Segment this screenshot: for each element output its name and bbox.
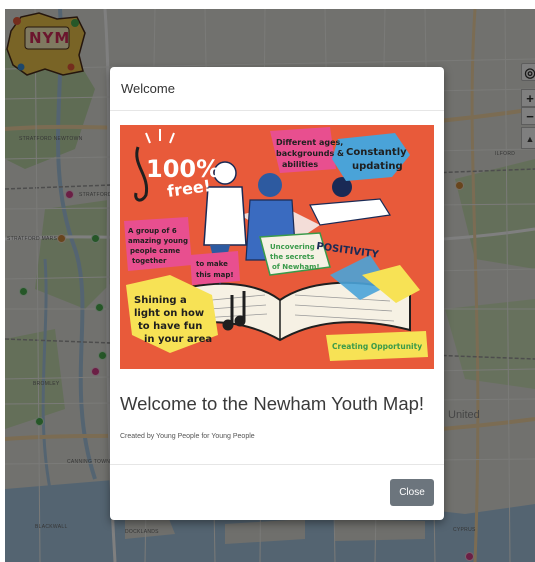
modal-body: 100% free! Different ages, backgrounds &… <box>110 111 444 465</box>
poster-text-updating: updating <box>352 161 403 172</box>
welcome-heading: Welcome to the Newham Youth Map! <box>120 393 425 415</box>
poster-text-opportunity: Creating Opportunity <box>332 342 422 351</box>
poster-text-uncovering-3: of Newham! <box>272 263 320 271</box>
poster-text-group-3: people came <box>130 247 180 255</box>
poster-text-ages-1: Different ages, <box>276 138 343 147</box>
modal-footer: Close <box>110 465 444 520</box>
poster-text-group-2: amazing young <box>128 237 188 245</box>
poster-text-shining-2: light on how <box>134 308 204 319</box>
poster-text-group-4: together <box>132 257 167 265</box>
credit-text: Created by Young People for Young People <box>120 433 255 440</box>
welcome-poster-illustration: 100% free! Different ages, backgrounds &… <box>120 125 434 369</box>
modal-title: Welcome <box>121 81 175 96</box>
poster-text-uncovering-1: Uncovering <box>270 243 315 251</box>
poster-text-make-2: this map! <box>196 271 234 279</box>
poster-text-constantly: Constantly <box>346 147 407 158</box>
poster-text-group-1: A group of 6 <box>128 227 177 235</box>
poster-text-shining-3: to have fun <box>138 321 202 332</box>
poster-text-ages-3: abilities <box>282 160 318 169</box>
poster-text-make-1: to make <box>196 260 228 268</box>
poster-text-shining-4: in your area <box>144 334 212 345</box>
modal-header: Welcome <box>110 67 444 111</box>
poster-text-ages-2: backgrounds & <box>276 149 344 158</box>
poster-text-shining-1: Shining a <box>134 295 187 306</box>
close-button[interactable]: Close <box>390 479 434 506</box>
welcome-modal: Welcome 100% free! Different ages, backg… <box>110 67 444 520</box>
poster-text-uncovering-2: the secrets <box>270 253 314 261</box>
